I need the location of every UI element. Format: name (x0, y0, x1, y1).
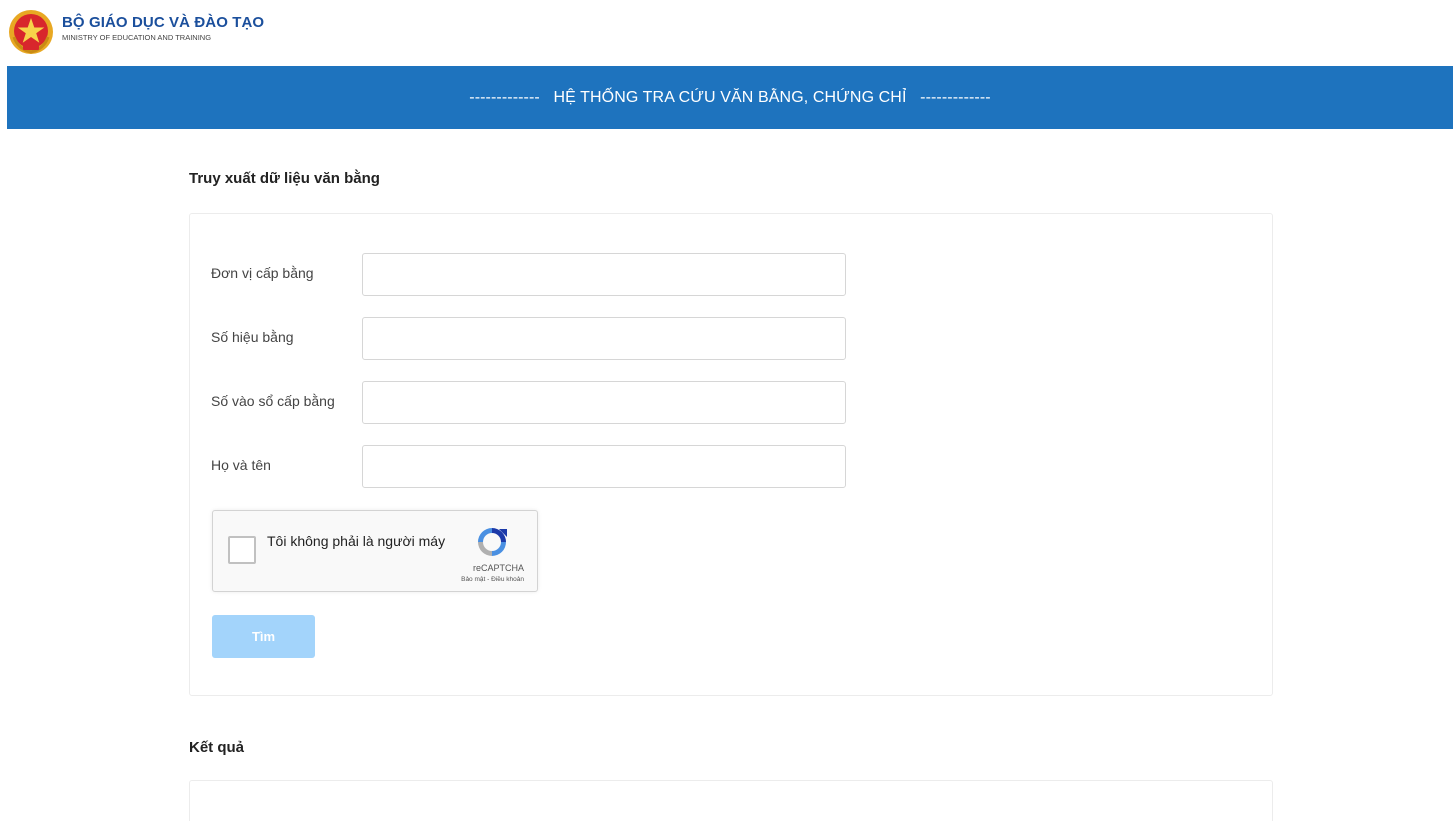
form-row-issuing-unit: Đơn vị cấp bằng (190, 253, 870, 297)
search-button[interactable]: Tìm (212, 615, 315, 658)
recaptcha-widget: Tôi không phải là người máy reCAPTCHA Bả… (212, 510, 538, 592)
search-section-title: Truy xuất dữ liệu văn bằng (189, 170, 380, 187)
recaptcha-logo-icon (475, 525, 509, 559)
issuing-unit-input[interactable] (362, 253, 846, 296)
ministry-name: BỘ GIÁO DỤC VÀ ĐÀO TẠO (62, 14, 265, 31)
search-form-panel: Đơn vị cấp bằng Số hiệu bằng Số vào sổ c… (189, 213, 1273, 696)
recaptcha-label: Tôi không phải là người máy (267, 533, 446, 549)
recaptcha-terms-link[interactable]: Điều khoản (491, 576, 524, 583)
full-name-label: Họ và tên (211, 457, 271, 473)
recaptcha-terms: Bảo mật - Điều khoản (461, 576, 524, 583)
registry-number-label: Số vào sổ cấp bằng (211, 393, 335, 409)
registry-number-input[interactable] (362, 381, 846, 424)
banner-title: ------------- HỆ THỐNG TRA CỨU VĂN BẰNG,… (469, 88, 991, 106)
recaptcha-privacy-link[interactable]: Bảo mật (461, 576, 485, 583)
brand[interactable]: BỘ GIÁO DỤC VÀ ĐÀO TẠO MINISTRY OF EDUCA… (62, 15, 264, 43)
title-banner: ------------- HỆ THỐNG TRA CỨU VĂN BẰNG,… (7, 66, 1453, 129)
recaptcha-brand: reCAPTCHA (472, 563, 524, 573)
certificate-number-label: Số hiệu bằng (211, 329, 294, 345)
form-row-full-name: Họ và tên (190, 445, 870, 489)
ministry-name-en: MINISTRY OF EDUCATION AND TRAINING (62, 33, 212, 42)
recaptcha-checkbox[interactable] (228, 536, 256, 564)
issuing-unit-label: Đơn vị cấp bằng (211, 265, 314, 281)
result-panel (189, 780, 1273, 821)
full-name-input[interactable] (362, 445, 846, 488)
form-row-certificate-number: Số hiệu bằng (190, 317, 870, 361)
form-row-registry-number: Số vào sổ cấp bằng (190, 381, 870, 425)
site-header: BỘ GIÁO DỤC VÀ ĐÀO TẠO MINISTRY OF EDUCA… (0, 0, 1453, 66)
certificate-number-input[interactable] (362, 317, 846, 360)
result-section-title: Kết quả (189, 739, 245, 756)
vietnam-emblem-icon[interactable] (8, 9, 54, 55)
